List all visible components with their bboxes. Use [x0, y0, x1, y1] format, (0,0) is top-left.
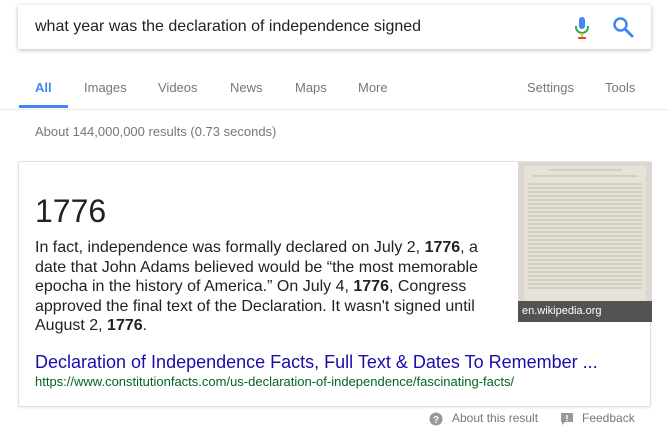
tab-all[interactable]: All — [35, 80, 52, 95]
tab-maps[interactable]: Maps — [295, 80, 327, 95]
snippet-bold: 1776 — [353, 278, 389, 295]
image-source-caption: en.wikipedia.org — [518, 301, 652, 322]
snippet-segment: In fact, independence was formally decla… — [35, 239, 425, 256]
declaration-image — [518, 162, 652, 322]
tab-images[interactable]: Images — [84, 80, 127, 95]
snippet-segment: . — [142, 317, 148, 334]
tab-settings[interactable]: Settings — [527, 80, 574, 95]
document-thumbnail[interactable]: en.wikipedia.org — [518, 162, 652, 322]
help-icon: ? — [429, 412, 443, 426]
tab-tools[interactable]: Tools — [605, 80, 635, 95]
feedback-icon — [561, 413, 573, 425]
active-tab-indicator — [19, 105, 68, 108]
search-input[interactable]: what year was the declaration of indepen… — [35, 18, 421, 36]
about-this-result-link[interactable]: About this result — [452, 411, 538, 425]
snippet-text: In fact, independence was formally decla… — [35, 238, 495, 336]
svg-text:?: ? — [433, 415, 439, 426]
microphone-icon[interactable] — [573, 16, 591, 40]
answer-heading: 1776 — [35, 193, 107, 229]
feedback-link[interactable]: Feedback — [582, 411, 635, 425]
result-stats: About 144,000,000 results (0.73 seconds) — [35, 124, 277, 139]
tab-more[interactable]: More — [358, 80, 388, 95]
tab-news[interactable]: News — [230, 80, 263, 95]
result-url: https://www.constitutionfacts.com/us-dec… — [35, 374, 515, 389]
snippet-bold: 1776 — [107, 317, 143, 334]
search-box[interactable]: what year was the declaration of indepen… — [18, 5, 651, 49]
tab-videos[interactable]: Videos — [158, 80, 198, 95]
result-title-link[interactable]: Declaration of Independence Facts, Full … — [35, 352, 598, 373]
search-tabs: All Images Videos News Maps More Setting… — [0, 70, 669, 110]
snippet-bold: 1776 — [424, 239, 461, 256]
featured-snippet-card: 1776 In fact, independence was formally … — [18, 161, 652, 407]
search-icon[interactable] — [612, 16, 634, 38]
